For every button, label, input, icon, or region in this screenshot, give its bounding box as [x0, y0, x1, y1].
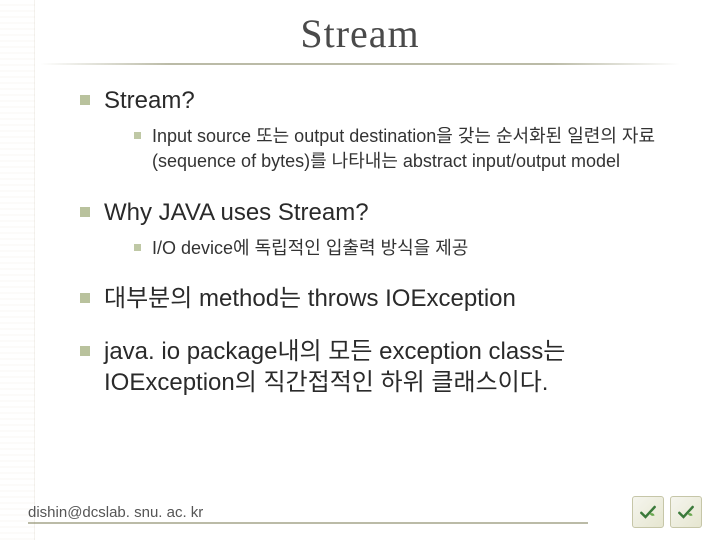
list-item-text: I/O device에 독립적인 입출력 방식을 제공	[152, 238, 468, 258]
slide-content: Stream? Input source 또는 output destinati…	[0, 65, 720, 399]
list-item-text: Input source 또는 output destination을 갖는 순…	[152, 126, 655, 171]
list-item: Why JAVA uses Stream? I/O device에 독립적인 입…	[80, 197, 660, 261]
list-item: 대부분의 method는 throws IOException	[80, 283, 660, 314]
list-item: Input source 또는 output destination을 갖는 순…	[134, 124, 660, 174]
check-leaf-icon	[670, 496, 702, 528]
footer-logos	[632, 496, 702, 528]
bullet-list: Stream? Input source 또는 output destinati…	[80, 85, 660, 399]
slide-title: Stream	[0, 0, 720, 57]
footer-email: dishin@dcslab. snu. ac. kr	[28, 504, 588, 524]
sub-bullet-list: I/O device에 독립적인 입출력 방식을 제공	[104, 236, 660, 261]
list-item-text: Why JAVA uses Stream?	[104, 199, 369, 226]
slide-left-texture	[0, 0, 35, 540]
check-leaf-icon	[632, 496, 664, 528]
list-item: Stream? Input source 또는 output destinati…	[80, 85, 660, 175]
list-item-text: Stream?	[104, 87, 195, 114]
list-item: I/O device에 독립적인 입출력 방식을 제공	[134, 236, 660, 261]
slide: Stream Stream? Input source 또는 output de…	[0, 0, 720, 540]
list-item: java. io package내의 모든 exception class는 I…	[80, 336, 660, 398]
list-item-text: java. io package내의 모든 exception class는 I…	[104, 338, 565, 396]
sub-bullet-list: Input source 또는 output destination을 갖는 순…	[104, 124, 660, 174]
list-item-text: 대부분의 method는 throws IOException	[104, 285, 516, 312]
